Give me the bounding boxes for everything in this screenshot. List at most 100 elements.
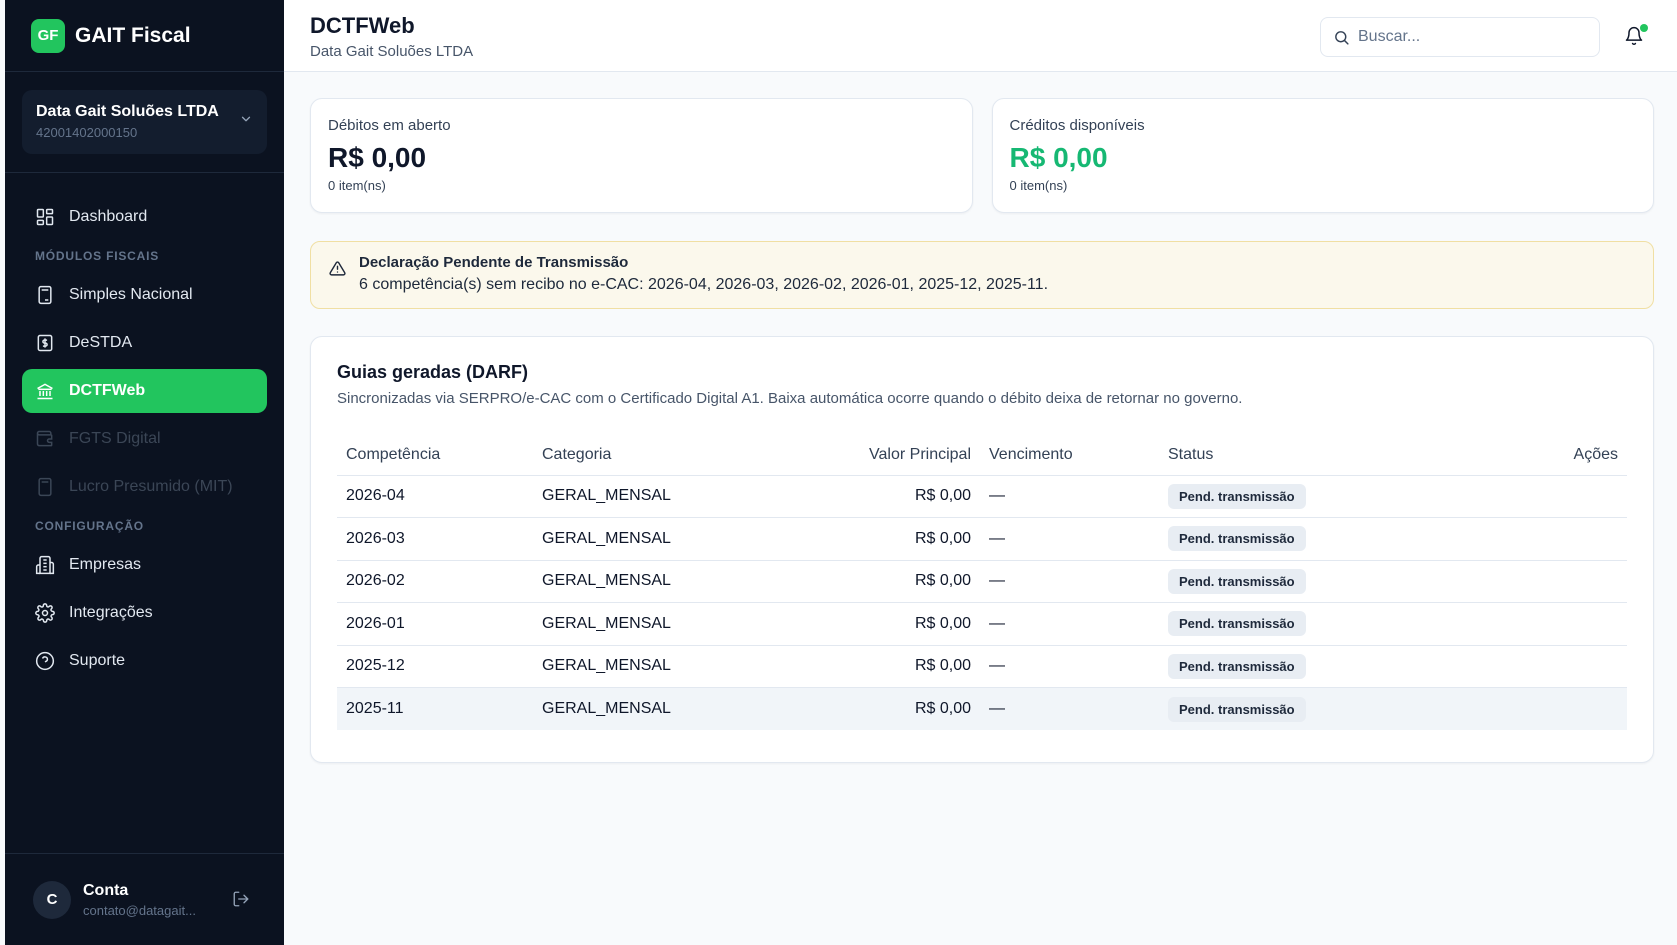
section-title-config: CONFIGURAÇÃO	[35, 519, 144, 533]
panel-description: Sincronizadas via SERPRO/e-CAC com o Cer…	[337, 390, 1243, 407]
cell-status: Pend. transmissão	[1159, 517, 1451, 561]
bank-icon	[37, 383, 53, 400]
summary-cards: Débitos em aberto R$ 0,00 0 item(ns) Cré…	[310, 98, 1654, 213]
sidebar: GF GAIT Fiscal Data Gait Soluões LTDA 42…	[5, 0, 284, 945]
pending-alert: Declaração Pendente de Transmissão 6 com…	[310, 241, 1654, 309]
account-info: Conta contato@datagait...	[83, 882, 196, 918]
column-header[interactable]: Ações	[1451, 435, 1627, 476]
column-header[interactable]: Competência	[337, 435, 533, 476]
cell-vencimento: —	[980, 560, 1159, 603]
status-badge: Pend. transmissão	[1168, 483, 1306, 509]
cell-status: Pend. transmissão	[1159, 645, 1451, 688]
sidebar-item-empresas[interactable]: Empresas	[22, 543, 267, 587]
cell-status: Pend. transmissão	[1159, 687, 1451, 730]
guias-panel: Guias geradas (DARF) Sincronizadas via S…	[310, 336, 1654, 763]
card-count: 0 item(ns)	[328, 178, 386, 193]
column-header[interactable]: Status	[1159, 435, 1451, 476]
company-selector[interactable]: Data Gait Soluões LTDA 42001402000150	[22, 90, 267, 154]
cell-competencia: 2026-01	[337, 602, 533, 646]
sidebar-item-label: Empresas	[69, 556, 142, 573]
sidebar-item-label: DeSTDA	[69, 334, 133, 351]
page-subtitle: Data Gait Soluões LTDA	[310, 43, 474, 60]
table-row[interactable]: 2025-11 GERAL_MENSAL R$ 0,00 — Pend. tra…	[337, 687, 1627, 730]
card-count: 0 item(ns)	[1009, 178, 1068, 193]
cell-vencimento: —	[980, 645, 1159, 688]
alert-text: 6 competência(s) sem recibo no e-CAC: 20…	[359, 276, 1049, 293]
cell-competencia: 2026-03	[337, 517, 533, 561]
cell-vencimento: —	[980, 687, 1159, 730]
status-badge: Pend. transmissão	[1168, 653, 1306, 679]
chevron-down-icon	[239, 112, 253, 131]
table-header-row: Competência Categoria Valor Principal Ve…	[337, 435, 1627, 476]
sidebar-nav: Dashboard MÓDULOS FISCAIS Simples Nacion…	[5, 173, 284, 853]
card-debitos: Débitos em aberto R$ 0,00 0 item(ns)	[310, 98, 973, 213]
cell-valor: R$ 0,00	[729, 560, 980, 603]
page-title: DCTFWeb	[310, 13, 415, 38]
card-label: Débitos em aberto	[328, 117, 451, 134]
sidebar-item-lucro-presumido[interactable]: Lucro Presumido (MIT)	[22, 465, 267, 509]
table-row[interactable]: 2026-01 GERAL_MENSAL R$ 0,00 — Pend. tra…	[337, 602, 1627, 646]
calculator-icon	[38, 477, 52, 497]
search-input[interactable]	[1358, 28, 1578, 46]
column-header[interactable]: Categoria	[533, 435, 729, 476]
company-cnpj: 42001402000150	[36, 125, 138, 140]
column-header[interactable]: Valor Principal	[729, 435, 980, 476]
status-badge: Pend. transmissão	[1168, 611, 1306, 637]
wallet-icon	[36, 430, 53, 447]
sidebar-item-label: DCTFWeb	[69, 382, 146, 399]
company-name: Data Gait Soluões LTDA	[36, 103, 219, 120]
column-header[interactable]: Vencimento	[980, 435, 1159, 476]
cell-acoes	[1451, 560, 1627, 603]
cell-status: Pend. transmissão	[1159, 602, 1451, 646]
cell-competencia: 2026-02	[337, 560, 533, 603]
status-badge: Pend. transmissão	[1168, 526, 1306, 552]
cell-status: Pend. transmissão	[1159, 560, 1451, 603]
grid-icon	[36, 208, 54, 226]
cell-acoes	[1451, 645, 1627, 688]
main-content: DCTFWeb Data Gait Soluões LTDA Débitos e…	[284, 0, 1677, 945]
building-icon	[35, 555, 55, 575]
card-value: R$ 0,00	[1009, 142, 1108, 173]
cell-categoria: GERAL_MENSAL	[533, 560, 729, 603]
table-row[interactable]: 2025-12 GERAL_MENSAL R$ 0,00 — Pend. tra…	[337, 645, 1627, 688]
cell-categoria: GERAL_MENSAL	[533, 517, 729, 561]
cell-acoes	[1451, 517, 1627, 561]
account-name: Conta	[83, 881, 129, 899]
table-row[interactable]: 2026-02 GERAL_MENSAL R$ 0,00 — Pend. tra…	[337, 560, 1627, 603]
cell-vencimento: —	[980, 475, 1159, 518]
dollar-doc-icon	[37, 334, 53, 352]
guias-table: Competência Categoria Valor Principal Ve…	[337, 435, 1627, 730]
card-label: Créditos disponíveis	[1009, 117, 1145, 134]
sidebar-item-destda[interactable]: DeSTDA	[22, 321, 267, 365]
notification-dot	[1640, 24, 1648, 32]
sidebar-item-dctfweb[interactable]: DCTFWeb	[22, 369, 267, 413]
sidebar-item-suporte[interactable]: Suporte	[22, 639, 267, 683]
table-row[interactable]: 2026-03 GERAL_MENSAL R$ 0,00 — Pend. tra…	[337, 517, 1627, 561]
brand[interactable]: GF GAIT Fiscal	[5, 0, 284, 72]
cell-valor: R$ 0,00	[729, 475, 980, 518]
sidebar-item-integracoes[interactable]: Integrações	[22, 591, 267, 635]
status-badge: Pend. transmissão	[1168, 696, 1306, 722]
search-box[interactable]	[1320, 17, 1600, 57]
account-panel: C Conta contato@datagait...	[5, 853, 284, 945]
cell-valor: R$ 0,00	[729, 602, 980, 646]
section-title-fiscal: MÓDULOS FISCAIS	[35, 249, 160, 263]
company-selector-wrap: Data Gait Soluões LTDA 42001402000150	[5, 72, 284, 173]
sidebar-item-label: FGTS Digital	[69, 430, 161, 447]
sidebar-item-label: Lucro Presumido (MIT)	[69, 478, 233, 495]
sidebar-item-fgts-digital[interactable]: FGTS Digital	[22, 417, 267, 461]
avatar[interactable]: C	[33, 880, 71, 919]
gear-icon	[35, 603, 55, 623]
cell-valor: R$ 0,00	[729, 517, 980, 561]
cell-vencimento: —	[980, 517, 1159, 561]
sidebar-item-label: Suporte	[69, 652, 126, 669]
sidebar-item-simples-nacional[interactable]: Simples Nacional	[22, 273, 267, 317]
cell-categoria: GERAL_MENSAL	[533, 475, 729, 518]
cell-acoes	[1451, 475, 1627, 518]
table-row[interactable]: 2026-04 GERAL_MENSAL R$ 0,00 — Pend. tra…	[337, 475, 1627, 518]
sidebar-item-dashboard[interactable]: Dashboard	[22, 195, 267, 239]
logout-icon[interactable]	[232, 890, 250, 913]
brand-logo: GF	[31, 18, 65, 53]
sidebar-item-label: Integrações	[69, 604, 153, 621]
alert-title: Declaração Pendente de Transmissão	[359, 254, 629, 271]
